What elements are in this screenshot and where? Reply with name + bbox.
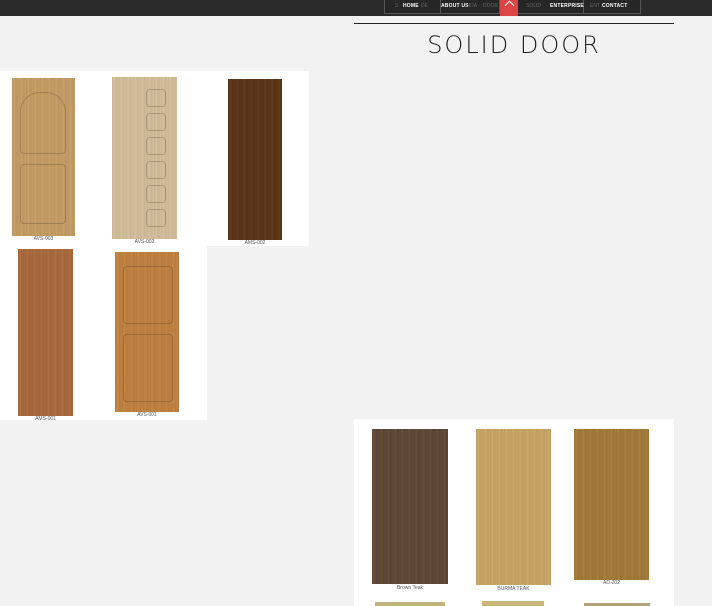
door-panel-top bbox=[123, 266, 173, 324]
door-image-partial[interactable] bbox=[482, 601, 544, 606]
nav-item-enterprise[interactable]: ENTERPRISE bbox=[550, 3, 584, 9]
page-title: SOLID DOOR bbox=[427, 31, 601, 59]
door-panel bbox=[146, 113, 166, 131]
door-image-avs003[interactable] bbox=[12, 78, 75, 236]
door-caption: AVS-002 bbox=[134, 239, 155, 245]
nav-home-box[interactable]: S HOME DE bbox=[384, 0, 441, 14]
title-rule bbox=[354, 23, 674, 24]
nav-ghost-6: ENT bbox=[590, 3, 600, 9]
nav-about-box[interactable]: ABOUT US LIDA DOOR bbox=[441, 0, 500, 14]
door-panel bbox=[146, 185, 166, 203]
door-image-ams002[interactable] bbox=[228, 79, 282, 240]
door-image-avs001[interactable] bbox=[115, 252, 179, 412]
brand-logo[interactable] bbox=[500, 0, 518, 16]
door-image-avs002[interactable] bbox=[112, 77, 177, 239]
door-panel-bottom bbox=[123, 334, 173, 402]
door-image-ad202[interactable] bbox=[574, 429, 649, 580]
door-caption: AMS-002 bbox=[244, 240, 266, 246]
nav-item-home[interactable]: HOME bbox=[403, 3, 419, 9]
door-image-ams001[interactable] bbox=[18, 249, 73, 416]
nav-enterprise-box[interactable]: SOLID ENTERPRISE bbox=[518, 0, 584, 14]
door-image-burma-teak[interactable] bbox=[476, 429, 551, 585]
logo-mark-icon bbox=[504, 0, 515, 11]
door-caption: AVS-001 bbox=[137, 412, 157, 418]
door-panel bbox=[146, 89, 166, 107]
door-caption: BURMA TEAK bbox=[497, 586, 530, 592]
door-panel-top bbox=[20, 92, 66, 154]
nav-ghost-5: SOLID bbox=[526, 3, 542, 9]
door-caption: AD-202 bbox=[603, 580, 620, 586]
door-panel bbox=[146, 137, 166, 155]
door-panel bbox=[146, 161, 166, 179]
door-caption: AMS-001 bbox=[35, 416, 56, 422]
nav-item-contact[interactable]: CONTACT bbox=[602, 3, 627, 9]
nav-ghost-3: LIDA bbox=[466, 3, 478, 9]
door-panel-bottom bbox=[20, 164, 66, 224]
door-panel bbox=[146, 209, 166, 227]
nav-ghost-2: DE bbox=[421, 3, 428, 9]
door-image-partial[interactable] bbox=[375, 602, 445, 606]
nav-ghost-4: DOOR bbox=[483, 3, 498, 9]
door-caption: Brown Teak bbox=[396, 585, 424, 591]
nav-ghost-1: S bbox=[395, 3, 399, 9]
door-image-brown-teak[interactable] bbox=[372, 429, 448, 584]
door-caption: AVS-003 bbox=[33, 236, 54, 242]
nav-contact-box[interactable]: ENT CONTACT bbox=[584, 0, 641, 14]
nav-item-about[interactable]: ABOUT US bbox=[441, 3, 469, 9]
